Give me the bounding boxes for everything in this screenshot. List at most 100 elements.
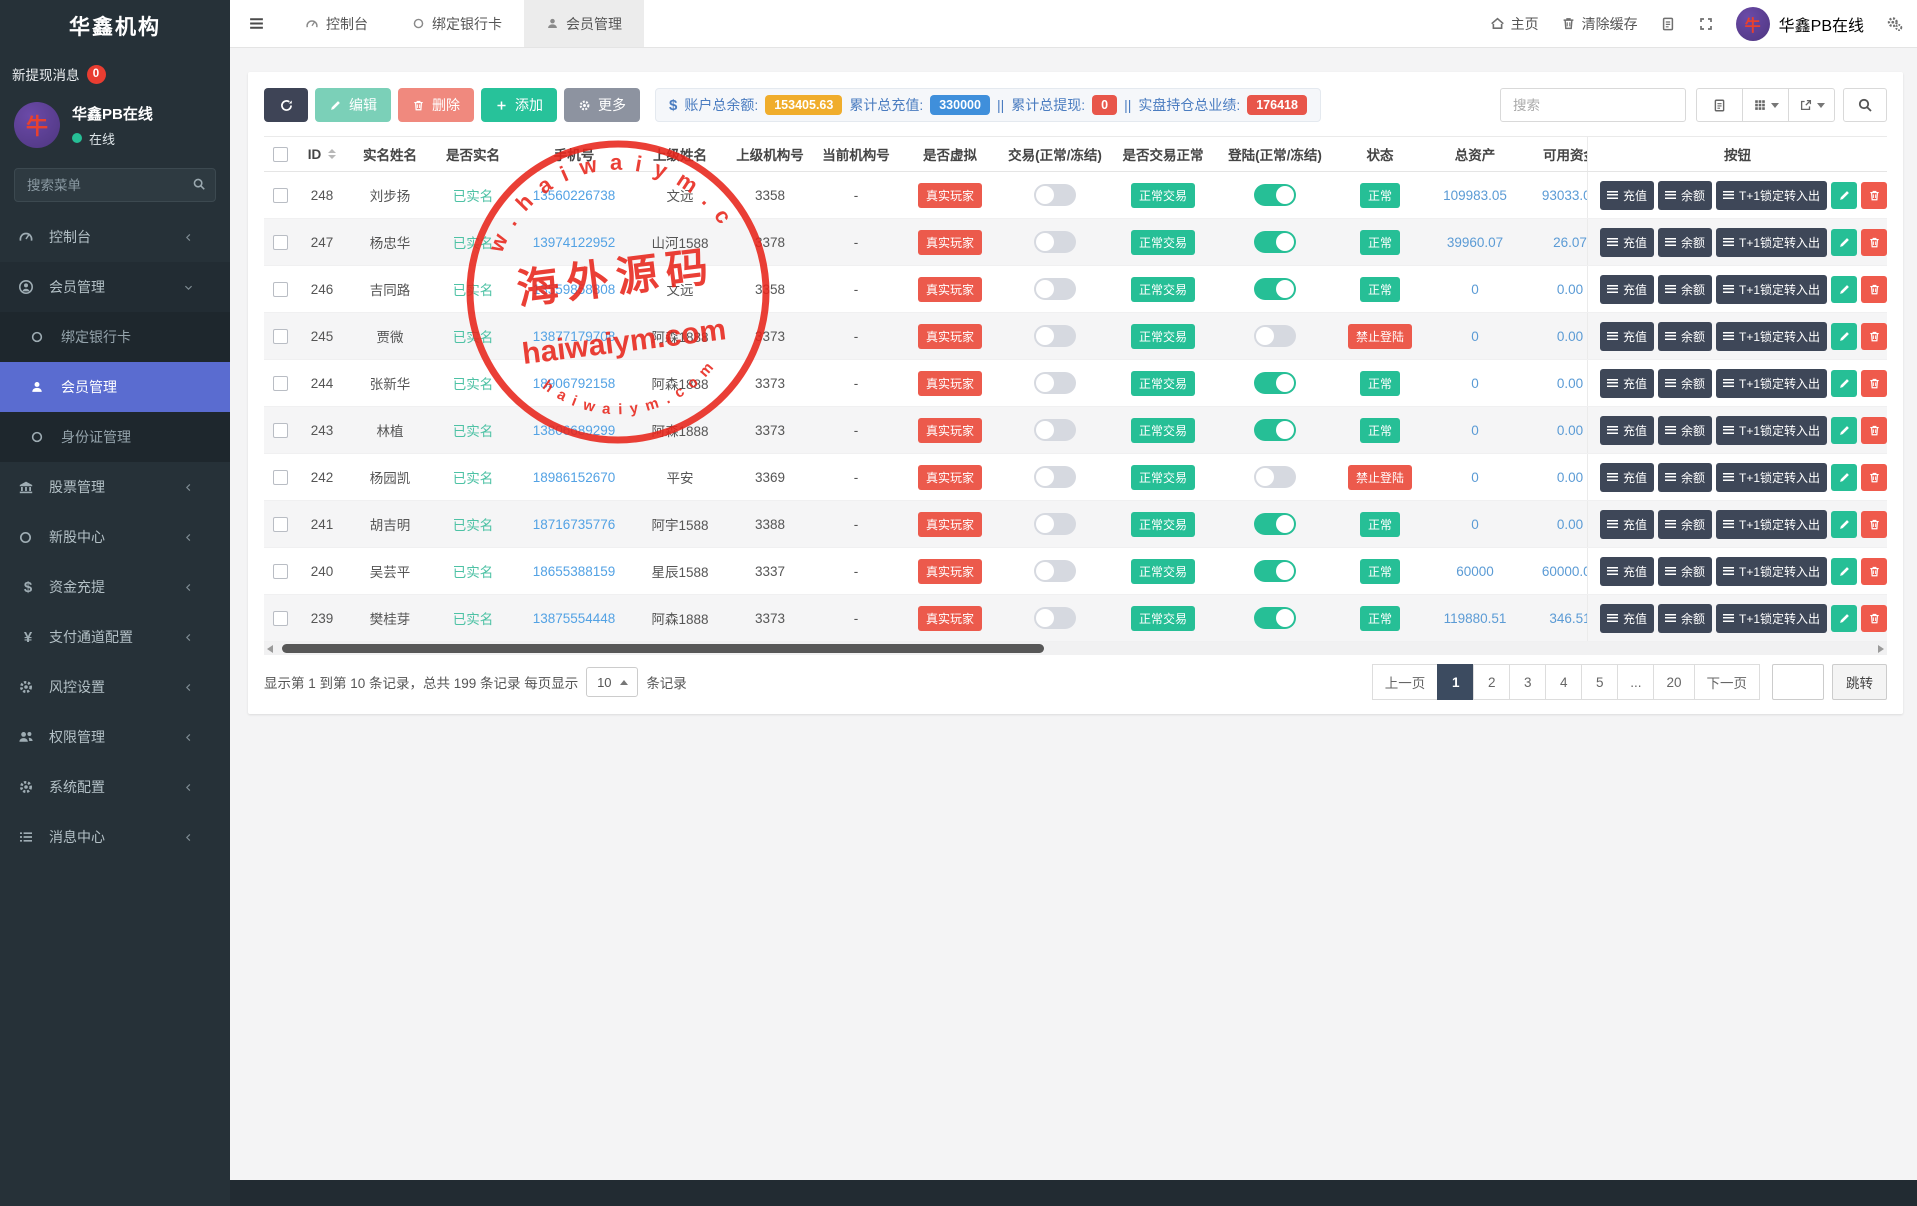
scroll-left-arrow[interactable]: [267, 645, 273, 653]
phone-link[interactable]: 13560226738: [533, 188, 616, 203]
sidebar-item-system-config[interactable]: 系统配置: [0, 762, 230, 812]
sidebar-item-member[interactable]: 会员管理: [0, 362, 230, 412]
t1-lock-transfer-button[interactable]: T+1锁定转入出: [1716, 604, 1827, 633]
trade-toggle[interactable]: [1034, 560, 1076, 582]
t1-lock-transfer-button[interactable]: T+1锁定转入出: [1716, 557, 1827, 586]
edit-row-button[interactable]: [1831, 323, 1857, 350]
select-all-checkbox[interactable]: [273, 147, 288, 162]
recharge-button[interactable]: 充值: [1600, 228, 1654, 257]
balance-button[interactable]: 余额: [1658, 369, 1712, 398]
delete-row-button[interactable]: [1861, 558, 1887, 585]
edit-row-button[interactable]: [1831, 276, 1857, 303]
home-link[interactable]: 主页: [1490, 14, 1539, 34]
page-button-4[interactable]: 4: [1545, 664, 1582, 700]
login-toggle[interactable]: [1254, 560, 1296, 582]
login-toggle[interactable]: [1254, 607, 1296, 629]
t1-lock-transfer-button[interactable]: T+1锁定转入出: [1716, 181, 1827, 210]
phone-link[interactable]: 18655388159: [533, 564, 616, 579]
delete-button[interactable]: 删除: [398, 88, 474, 122]
phone-link[interactable]: 13877179708: [533, 329, 616, 344]
login-toggle[interactable]: [1254, 419, 1296, 441]
page-button-2[interactable]: 2: [1473, 664, 1510, 700]
sidebar-item-funds[interactable]: $ 资金充提: [0, 562, 230, 612]
phone-link[interactable]: 18906792158: [533, 376, 616, 391]
edit-row-button[interactable]: [1831, 182, 1857, 209]
edit-row-button[interactable]: [1831, 229, 1857, 256]
recharge-button[interactable]: 充值: [1600, 604, 1654, 633]
horizontal-scrollbar[interactable]: [264, 642, 1887, 655]
recharge-button[interactable]: 充值: [1600, 416, 1654, 445]
sidebar-item-ipo[interactable]: 新股中心: [0, 512, 230, 562]
trade-toggle[interactable]: [1034, 466, 1076, 488]
recharge-button[interactable]: 充值: [1600, 557, 1654, 586]
recharge-button[interactable]: 充值: [1600, 181, 1654, 210]
sidebar-item-permissions[interactable]: 权限管理: [0, 712, 230, 762]
trade-toggle[interactable]: [1034, 607, 1076, 629]
refresh-button[interactable]: [264, 88, 308, 122]
row-checkbox[interactable]: [273, 282, 288, 297]
edit-row-button[interactable]: [1831, 605, 1857, 632]
t1-lock-transfer-button[interactable]: T+1锁定转入出: [1716, 322, 1827, 351]
sidebar-item-dashboard[interactable]: 控制台: [0, 212, 230, 262]
add-button[interactable]: 添加: [481, 88, 557, 122]
detail-view-button[interactable]: [1696, 88, 1743, 122]
balance-button[interactable]: 余额: [1658, 416, 1712, 445]
delete-row-button[interactable]: [1861, 229, 1887, 256]
login-toggle[interactable]: [1254, 184, 1296, 206]
sidebar-item-bind-card[interactable]: 绑定银行卡: [0, 312, 230, 362]
delete-row-button[interactable]: [1861, 370, 1887, 397]
page-button-3[interactable]: 3: [1509, 664, 1546, 700]
phone-link[interactable]: 13806689299: [533, 423, 616, 438]
balance-button[interactable]: 余额: [1658, 181, 1712, 210]
recharge-button[interactable]: 充值: [1600, 275, 1654, 304]
navbar-user-menu[interactable]: 牛 华鑫PB在线: [1736, 7, 1864, 41]
delete-row-button[interactable]: [1861, 464, 1887, 491]
phone-link[interactable]: 13974122952: [533, 235, 616, 250]
edit-row-button[interactable]: [1831, 511, 1857, 538]
row-checkbox[interactable]: [273, 329, 288, 344]
page-button-20[interactable]: 20: [1653, 664, 1694, 700]
balance-button[interactable]: 余额: [1658, 463, 1712, 492]
row-checkbox[interactable]: [273, 235, 288, 250]
trade-toggle[interactable]: [1034, 372, 1076, 394]
refresh-page-button[interactable]: [1660, 16, 1676, 32]
scroll-right-arrow[interactable]: [1878, 645, 1884, 653]
sidebar-item-member-parent[interactable]: 会员管理: [0, 262, 230, 312]
clear-cache-link[interactable]: 清除缓存: [1561, 14, 1638, 34]
balance-button[interactable]: 余额: [1658, 322, 1712, 351]
trade-toggle[interactable]: [1034, 278, 1076, 300]
row-checkbox[interactable]: [273, 423, 288, 438]
login-toggle[interactable]: [1254, 513, 1296, 535]
jump-page-input[interactable]: [1772, 664, 1824, 700]
phone-link[interactable]: 18986152670: [533, 470, 616, 485]
prev-page-button[interactable]: 上一页: [1372, 664, 1439, 700]
tab-member[interactable]: 会员管理: [524, 0, 644, 47]
row-checkbox[interactable]: [273, 611, 288, 626]
t1-lock-transfer-button[interactable]: T+1锁定转入出: [1716, 416, 1827, 445]
more-button[interactable]: 更多: [564, 88, 640, 122]
phone-link[interactable]: 13875554448: [533, 611, 616, 626]
trade-toggle[interactable]: [1034, 513, 1076, 535]
trade-toggle[interactable]: [1034, 419, 1076, 441]
row-checkbox[interactable]: [273, 470, 288, 485]
balance-button[interactable]: 余额: [1658, 228, 1712, 257]
trade-toggle[interactable]: [1034, 231, 1076, 253]
login-toggle[interactable]: [1254, 231, 1296, 253]
row-checkbox[interactable]: [273, 376, 288, 391]
recharge-button[interactable]: 充值: [1600, 322, 1654, 351]
table-search-input[interactable]: [1500, 88, 1686, 122]
delete-row-button[interactable]: [1861, 182, 1887, 209]
next-page-button[interactable]: 下一页: [1694, 664, 1761, 700]
balance-button[interactable]: 余额: [1658, 275, 1712, 304]
edit-row-button[interactable]: [1831, 464, 1857, 491]
delete-row-button[interactable]: [1861, 323, 1887, 350]
edit-button[interactable]: 编辑: [315, 88, 391, 122]
login-toggle[interactable]: [1254, 278, 1296, 300]
t1-lock-transfer-button[interactable]: T+1锁定转入出: [1716, 463, 1827, 492]
phone-link[interactable]: 13559858808: [533, 282, 616, 297]
sidebar-item-pay-channel[interactable]: ¥ 支付通道配置: [0, 612, 230, 662]
export-button[interactable]: [1788, 88, 1835, 122]
recharge-button[interactable]: 充值: [1600, 369, 1654, 398]
balance-button[interactable]: 余额: [1658, 604, 1712, 633]
sidebar-toggle-button[interactable]: [230, 0, 283, 47]
